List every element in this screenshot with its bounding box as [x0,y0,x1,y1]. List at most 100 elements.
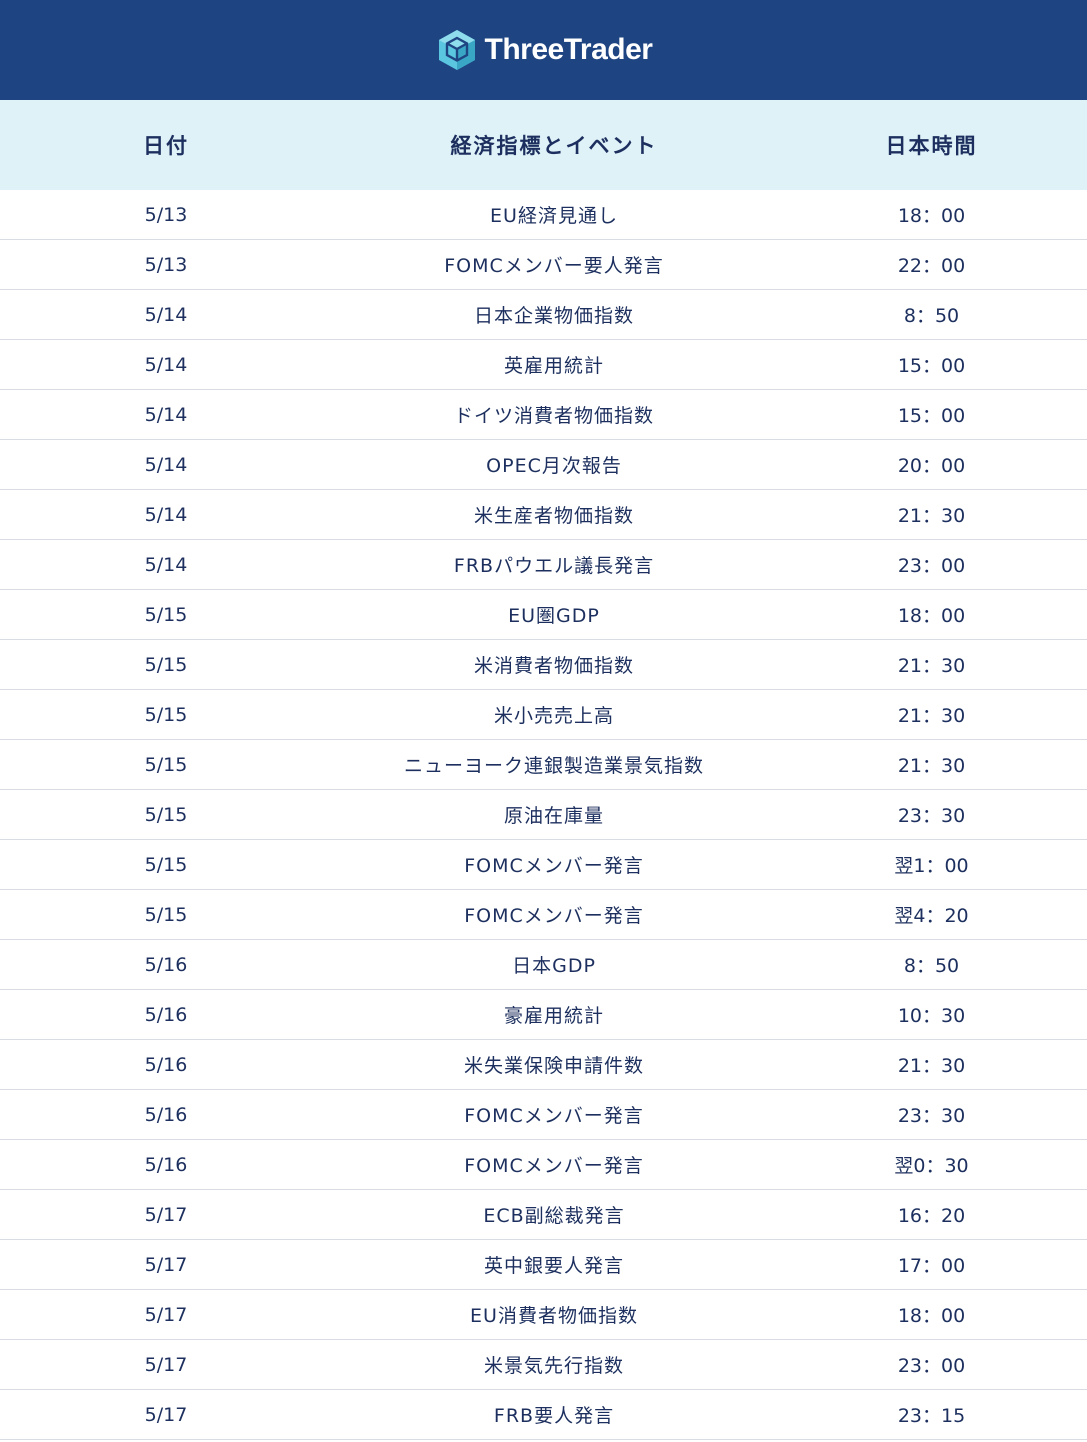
time-cell: 8：50 [903,305,960,327]
date-cell: 5/16 [144,1103,188,1126]
date-cell: 5/17 [144,1353,188,1376]
event-cell: FOMCメンバー発言 [464,905,644,927]
table-row: 5/15 米消費者物価指数 21：30 [0,640,1087,690]
table-header-row: 日付 経済指標とイベント 日本時間 [0,100,1087,190]
date-cell: 5/16 [144,1003,188,1026]
event-cell: 日本GDP [512,955,596,977]
table-row: 5/14 FRBパウエル議長発言 23：00 [0,540,1087,590]
time-cell: 16：20 [897,1205,966,1227]
table-row: 5/17 EU消費者物価指数 18：00 [0,1290,1087,1340]
time-cell: 21：30 [897,505,966,527]
date-cell: 5/14 [144,503,188,526]
date-cell: 5/17 [144,1303,188,1326]
event-cell: 英雇用統計 [503,355,604,377]
date-cell: 5/15 [144,903,188,926]
date-cell: 5/17 [144,1403,188,1426]
header-event: 経済指標とイベント [450,134,658,158]
header-date: 日付 [143,134,189,158]
table-row: 5/14 米生産者物価指数 21：30 [0,490,1087,540]
event-cell: 米小売売上高 [493,705,614,727]
table-row: 5/15 ニューヨーク連銀製造業景気指数 21：30 [0,740,1087,790]
brand-header: ThreeTrader [0,0,1087,100]
time-cell: 23：30 [897,1105,966,1127]
event-cell: 豪雇用統計 [503,1005,604,1027]
event-cell: 原油在庫量 [503,805,604,827]
brand-name: ThreeTrader [484,33,653,66]
event-cell: 米生産者物価指数 [473,505,634,527]
table-row: 5/13 FOMCメンバー要人発言 22：00 [0,240,1087,290]
table-body: 5/13 EU経済見通し 18：00 5/13 FOMCメンバー要人発言 22：00 5/1… [0,190,1087,1440]
table-row: 5/14 OPEC月次報告 20：00 [0,440,1087,490]
table-row: 5/16 米失業保険申請件数 21：30 [0,1040,1087,1090]
date-cell: 5/14 [144,353,188,376]
time-cell: 18：00 [897,1305,966,1327]
table-row: 5/16 日本GDP 8：50 [0,940,1087,990]
economic-calendar-page: ThreeTrader 日付 経済指標とイベント 日本時間 5/13 EU経済見通… [0,0,1087,1442]
time-cell: 15：00 [897,405,966,427]
event-cell: ニューヨーク連銀製造業景気指数 [403,755,704,777]
event-cell: FOMCメンバー発言 [464,1105,644,1127]
date-cell: 5/14 [144,403,188,426]
time-cell: 8：50 [903,955,960,977]
time-cell: 23：00 [897,1355,966,1377]
date-cell: 5/17 [144,1203,188,1226]
date-cell: 5/15 [144,803,188,826]
event-cell: 日本企業物価指数 [473,305,634,327]
brand-lockup: ThreeTrader [435,28,653,72]
date-cell: 5/14 [144,303,188,326]
date-cell: 5/15 [144,603,188,626]
event-cell: EU消費者物価指数 [470,1305,638,1327]
time-cell: 翌4：20 [894,905,969,927]
table-row: 5/14 ドイツ消費者物価指数 15：00 [0,390,1087,440]
table-row: 5/13 EU経済見通し 18：00 [0,190,1087,240]
event-cell: 英中銀要人発言 [483,1255,624,1277]
event-cell: EU経済見通し [490,205,618,227]
event-cell: FRBパウエル議長発言 [453,555,655,577]
time-cell: 23：30 [897,805,966,827]
table-row: 5/17 ECB副総裁発言 16：20 [0,1190,1087,1240]
table-row: 5/14 英雇用統計 15：00 [0,340,1087,390]
date-cell: 5/15 [144,753,188,776]
table-row: 5/15 EU圏GDP 18：00 [0,590,1087,640]
date-cell: 5/16 [144,953,188,976]
time-cell: 20：00 [897,455,966,477]
event-cell: 米景気先行指数 [483,1355,624,1377]
table-row: 5/15 FOMCメンバー発言 翌1：00 [0,840,1087,890]
event-cell: FOMCメンバー発言 [464,855,644,877]
event-cell: 米失業保険申請件数 [463,1055,644,1077]
date-cell: 5/16 [144,1153,188,1176]
table-row: 5/16 FOMCメンバー発言 翌0：30 [0,1140,1087,1190]
time-cell: 22：00 [897,255,966,277]
cube-logo-icon [438,30,475,70]
event-cell: FOMCメンバー発言 [464,1155,644,1177]
time-cell: 翌1：00 [894,855,969,877]
event-cell: OPEC月次報告 [486,455,622,477]
table-row: 5/17 FRB要人発言 23：15 [0,1390,1087,1440]
event-cell: FOMCメンバー要人発言 [444,255,664,277]
time-cell: 17：00 [897,1255,966,1277]
date-cell: 5/13 [144,203,188,226]
header-time: 日本時間 [885,134,978,158]
time-cell: 21：30 [897,1055,966,1077]
time-cell: 23：15 [897,1405,966,1427]
table-row: 5/15 原油在庫量 23：30 [0,790,1087,840]
date-cell: 5/15 [144,853,188,876]
event-cell: ドイツ消費者物価指数 [453,405,654,427]
time-cell: 21：30 [897,655,966,677]
time-cell: 翌0：30 [894,1155,969,1177]
table-row: 5/15 FOMCメンバー発言 翌4：20 [0,890,1087,940]
table-row: 5/14 日本企業物価指数 8：50 [0,290,1087,340]
event-cell: ECB副総裁発言 [483,1205,625,1227]
event-cell: FRB要人発言 [493,1405,615,1427]
table-row: 5/15 米小売売上高 21：30 [0,690,1087,740]
date-cell: 5/15 [144,653,188,676]
event-cell: EU圏GDP [508,605,600,627]
date-cell: 5/17 [144,1253,188,1276]
event-cell: 米消費者物価指数 [473,655,634,677]
time-cell: 15：00 [897,355,966,377]
table-row: 5/17 英中銀要人発言 17：00 [0,1240,1087,1290]
date-cell: 5/16 [144,1053,188,1076]
table-row: 5/17 米景気先行指数 23：00 [0,1340,1087,1390]
time-cell: 10：30 [897,1005,966,1027]
time-cell: 23：00 [897,555,966,577]
